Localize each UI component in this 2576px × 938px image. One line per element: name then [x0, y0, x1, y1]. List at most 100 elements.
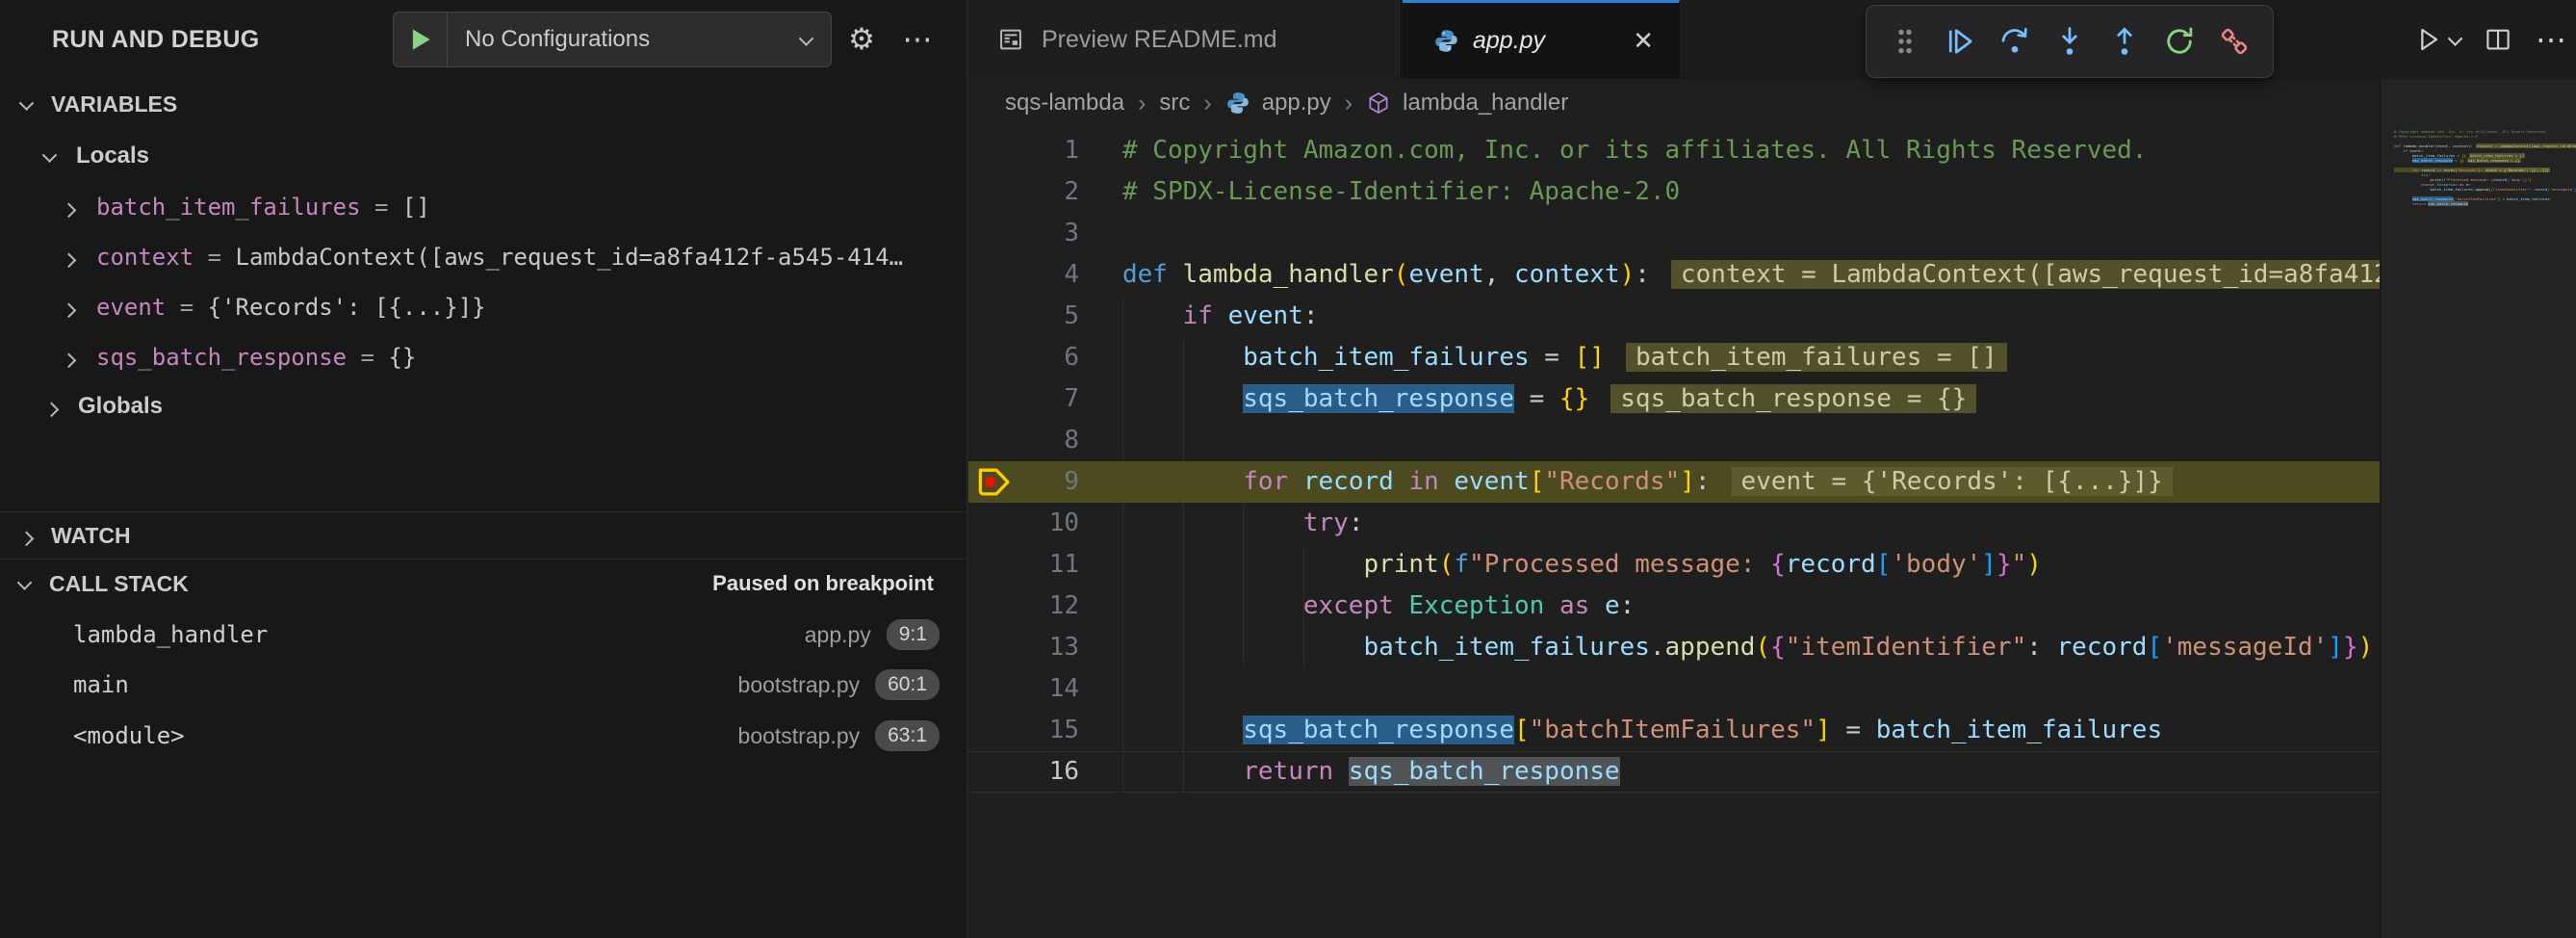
line-number[interactable]: 9: [968, 461, 1079, 503]
variable-row[interactable]: context = LambdaContext([aws_request_id=…: [0, 235, 966, 279]
code-text: batch_item_failures.append({"itemIdentif…: [1122, 627, 2373, 668]
line-number[interactable]: 1: [968, 130, 1079, 171]
chevron-down-icon: [19, 95, 35, 111]
minimap-line: sqs_batch_response = {}sqs_batch_respons…: [2394, 158, 2521, 163]
call-stack-frame[interactable]: mainbootstrap.py60:1: [0, 663, 966, 707]
code-token: # Copyright Amazon.com, Inc. or its affi…: [1122, 136, 2147, 165]
code-token: context: [2453, 143, 2468, 148]
code-token: def: [1122, 260, 1168, 289]
breadcrumb-file[interactable]: app.py: [1262, 90, 1331, 117]
code-line[interactable]: 12 except Exception as e:: [968, 586, 2380, 627]
breadcrumb-symbol[interactable]: lambda_handler: [1403, 90, 1568, 117]
line-number[interactable]: 15: [968, 710, 1079, 751]
more-actions-icon[interactable]: ⋯: [895, 0, 940, 79]
line-number[interactable]: 13: [968, 627, 1079, 668]
line-number[interactable]: 7: [968, 378, 1079, 420]
line-number[interactable]: 2: [968, 171, 1079, 213]
line-number[interactable]: 12: [968, 586, 1079, 627]
variable-row[interactable]: batch_item_failures = []: [0, 185, 966, 229]
code-token: record: [2493, 177, 2507, 182]
tab-preview-readme[interactable]: Preview README.md: [968, 0, 1402, 79]
inline-debug-value: sqs_batch_response = {}: [2467, 158, 2521, 163]
line-number[interactable]: 10: [968, 503, 1079, 544]
line-number[interactable]: 16: [968, 752, 1079, 792]
code-editor[interactable]: 1 # Copyright Amazon.com, Inc. or its aff…: [968, 127, 2380, 938]
code-token: :: [2026, 633, 2056, 662]
code-token: [: [1530, 467, 1545, 496]
line-number[interactable]: 6: [968, 337, 1079, 378]
variables-section-header[interactable]: VARIABLES: [0, 85, 966, 123]
line-number[interactable]: 11: [968, 544, 1079, 586]
disconnect-icon[interactable]: [2211, 13, 2257, 70]
code-line[interactable]: 16 return sqs_batch_response: [968, 751, 2380, 793]
run-python-button[interactable]: [2413, 24, 2460, 55]
code-token: ]: [1816, 716, 1831, 744]
split-editor-icon[interactable]: [2484, 25, 2512, 54]
code-line[interactable]: 2# SPDX-License-Identifier: Apache-2.0: [968, 171, 2380, 213]
code-line[interactable]: 10 try:: [968, 503, 2380, 544]
symbol-method-icon: [1366, 91, 1391, 116]
code-token: }: [1996, 550, 2012, 579]
code-token: ]: [2328, 633, 2343, 662]
line-number[interactable]: 14: [968, 668, 1079, 710]
tab-app-py[interactable]: app.py ✕: [1403, 0, 1680, 79]
configurations-dropdown[interactable]: No Configurations: [393, 12, 832, 67]
tab-label: app.py: [1473, 27, 1545, 55]
line-number[interactable]: 5: [968, 296, 1079, 337]
code-line[interactable]: 3: [968, 213, 2380, 254]
continue-icon[interactable]: [1937, 13, 1983, 70]
tab-label: Preview README.md: [1042, 26, 1277, 54]
breadcrumb-folder[interactable]: src: [1159, 90, 1190, 117]
locals-tree-item[interactable]: Locals: [0, 135, 966, 177]
code-line[interactable]: 7 sqs_batch_response = {}sqs_batch_respo…: [968, 378, 2380, 420]
chevron-right-icon: [62, 202, 77, 218]
line-number[interactable]: 3: [968, 213, 1079, 254]
sidebar-title: RUN AND DEBUG: [52, 26, 259, 54]
code-line[interactable]: 14: [968, 668, 2380, 710]
drag-grip-icon[interactable]: [1882, 13, 1928, 70]
call-stack-section-header[interactable]: CALL STACK Paused on breakpoint: [0, 560, 966, 607]
variable-row[interactable]: event = {'Records': [{...}]}: [0, 285, 966, 329]
more-actions-icon[interactable]: ⋯: [2536, 0, 2566, 79]
start-debug-icon[interactable]: [394, 13, 448, 66]
code-line[interactable]: 5 if event:: [968, 296, 2380, 337]
code-line[interactable]: 9 for record in event["Records"]:event =…: [968, 461, 2380, 503]
code-token: except: [1303, 591, 1394, 620]
line-number[interactable]: 4: [968, 254, 1079, 296]
code-token: [1122, 633, 1363, 662]
code-line[interactable]: 8: [968, 420, 2380, 461]
chevron-down-icon: [799, 31, 814, 46]
code-token: =: [1831, 716, 1876, 744]
code-token: event: [2444, 168, 2456, 172]
code-line[interactable]: 11 print(f"Processed message: {record['b…: [968, 544, 2380, 586]
code-line[interactable]: 13 batch_item_failures.append({"itemIden…: [968, 627, 2380, 668]
step-out-icon[interactable]: [2101, 13, 2148, 70]
watch-section-header[interactable]: WATCH: [0, 513, 966, 558]
restart-icon[interactable]: [2156, 13, 2202, 70]
code-token: as: [1559, 591, 1589, 620]
globals-tree-item[interactable]: Globals: [0, 385, 966, 428]
code-token: []: [1575, 343, 1605, 372]
code-token: ": [2012, 550, 2027, 579]
call-stack-frame[interactable]: <module>bootstrap.py63:1: [0, 714, 966, 758]
close-icon[interactable]: ✕: [1633, 26, 1654, 56]
code-line[interactable]: 1 # Copyright Amazon.com, Inc. or its aff…: [968, 130, 2380, 171]
code-token: [1333, 757, 1349, 786]
call-stack-frame[interactable]: lambda_handlerapp.py9:1: [0, 612, 966, 657]
code-line[interactable]: 15 sqs_batch_response["batchItemFailures…: [968, 710, 2380, 751]
chevron-down-icon[interactable]: [2448, 31, 2463, 46]
code-text: return sqs_batch_response: [1122, 752, 1620, 792]
minimap[interactable]: # Copyright Amazon.com, Inc. or its affi…: [2380, 79, 2576, 938]
code-token: [1122, 384, 1243, 413]
breadcrumb-folder[interactable]: sqs-lambda: [1005, 90, 1124, 117]
line-number[interactable]: 8: [968, 420, 1079, 461]
code-line[interactable]: 6 batch_item_failures = []batch_item_fai…: [968, 337, 2380, 378]
vscode-window: RUN AND DEBUG No Configurations ⚙ ⋯ VARI…: [0, 0, 2576, 938]
frame-name: main: [73, 671, 129, 698]
step-into-icon[interactable]: [2047, 13, 2093, 70]
variable-row[interactable]: sqs_batch_response = {}: [0, 335, 966, 379]
code-token: [1122, 757, 1243, 786]
gear-icon[interactable]: ⚙: [839, 0, 884, 79]
step-over-icon[interactable]: [1992, 13, 2038, 70]
code-line[interactable]: 4def lambda_handler(event, context):cont…: [968, 254, 2380, 296]
